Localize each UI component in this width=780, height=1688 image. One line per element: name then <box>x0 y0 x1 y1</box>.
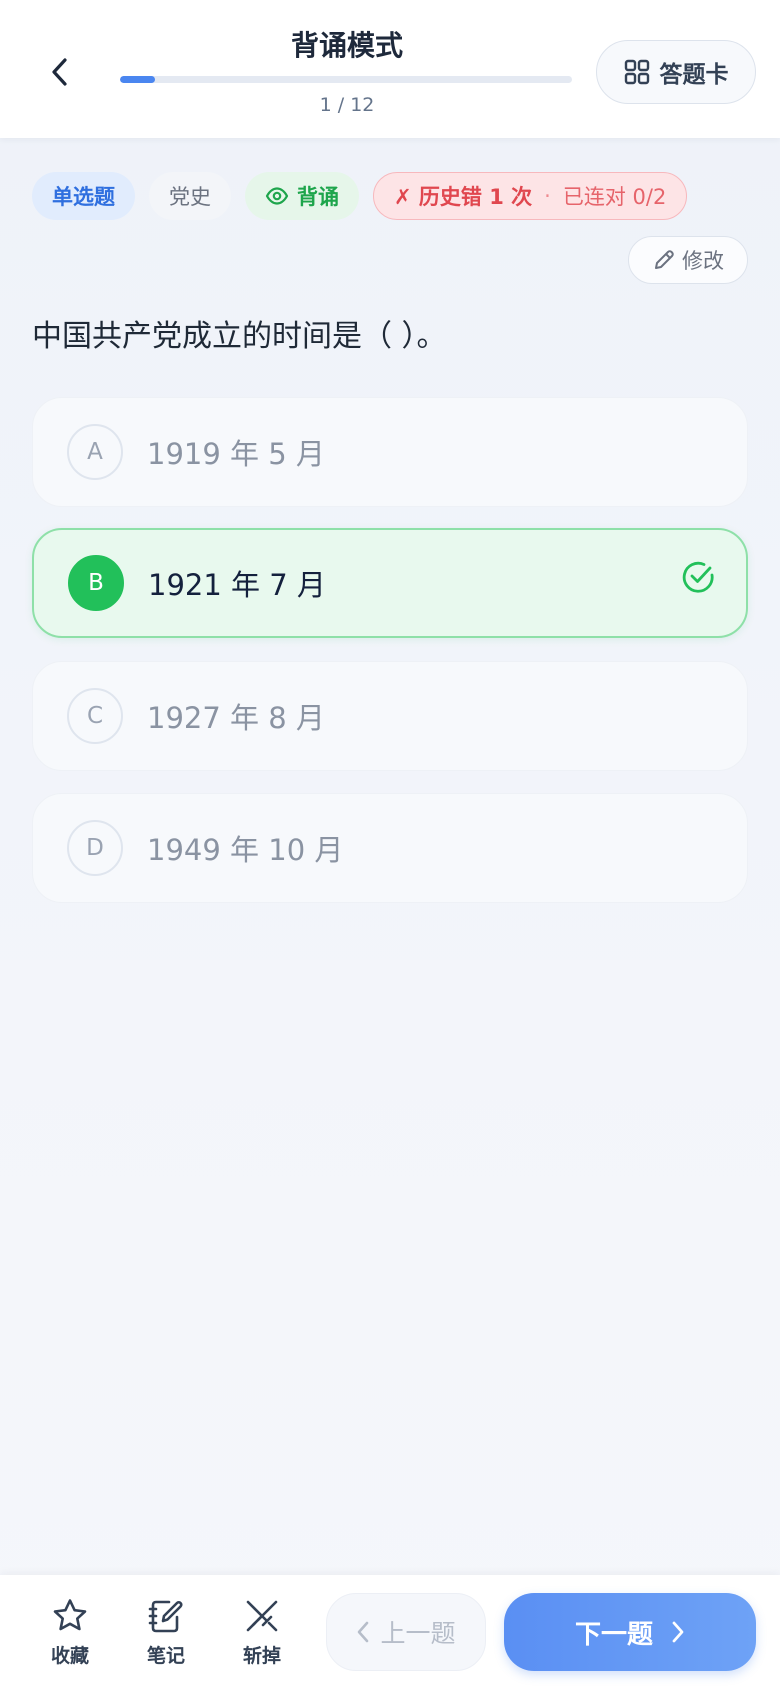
tag-question-type-label: 单选题 <box>52 185 115 209</box>
tag-error-history: ✗ 历史错 1 次 · 已连对 0/2 <box>373 172 688 220</box>
answer-card-button[interactable]: 答题卡 <box>596 40 756 104</box>
grid-icon <box>624 59 649 85</box>
header-bar: 背诵模式 1 / 12 答题卡 <box>0 0 780 138</box>
page-title: 背诵模式 <box>290 29 403 62</box>
progress-bar <box>120 76 572 83</box>
option-text: 1919 年 5 月 <box>147 437 325 471</box>
remove-label: 斩掉 <box>242 1645 281 1667</box>
option-text: 1949 年 10 月 <box>147 833 344 867</box>
favorite-label: 收藏 <box>50 1645 89 1667</box>
note-label: 笔记 <box>146 1645 185 1667</box>
option-letter: A <box>67 424 123 480</box>
option-letter: D <box>67 820 123 876</box>
progress-fill <box>120 76 155 83</box>
error-count-text: ✗ 历史错 1 次 <box>394 185 533 209</box>
tag-mode-label: 背诵 <box>297 185 339 209</box>
bottom-toolbar: 收藏 笔记 斩掉 上一题 下一题 <box>0 1575 780 1688</box>
remove-button[interactable]: 斩掉 <box>226 1597 298 1671</box>
option-letter: C <box>67 688 123 744</box>
tag-subject-label: 党史 <box>169 185 211 209</box>
option-c[interactable]: C 1927 年 8 月 <box>32 661 748 771</box>
tag-question-type: 单选题 <box>32 172 135 220</box>
option-text: 1927 年 8 月 <box>147 701 325 735</box>
pencil-icon <box>655 250 674 269</box>
chevron-left-icon <box>358 1621 369 1643</box>
crossed-swords-icon <box>246 1600 278 1632</box>
progress-text: 1 / 12 <box>319 94 375 116</box>
next-question-label: 下一题 <box>574 1619 653 1650</box>
edit-button[interactable]: 修改 <box>628 236 748 284</box>
question-text: 中国共产党成立的时间是（ ）。 <box>32 319 447 354</box>
star-icon <box>53 1599 87 1631</box>
next-question-button[interactable]: 下一题 <box>504 1593 756 1671</box>
option-letter: B <box>68 555 124 611</box>
tag-subject: 党史 <box>149 172 231 220</box>
prev-question-button[interactable]: 上一题 <box>326 1593 486 1671</box>
tag-mode: 背诵 <box>245 172 359 220</box>
option-b[interactable]: B 1921 年 7 月 <box>32 528 748 638</box>
separator-dot: · <box>544 184 551 208</box>
notebook-edit-icon <box>148 1600 183 1633</box>
question-tags: 单选题 党史 背诵 ✗ 历史错 1 次 · 已连对 0/2 <box>32 172 688 220</box>
option-text: 1921 年 7 月 <box>148 568 326 602</box>
option-a[interactable]: A 1919 年 5 月 <box>32 397 748 507</box>
eye-icon <box>265 187 289 205</box>
note-button[interactable]: 笔记 <box>130 1597 202 1671</box>
prev-question-label: 上一题 <box>380 1619 456 1648</box>
favorite-button[interactable]: 收藏 <box>34 1597 106 1671</box>
answer-card-label: 答题卡 <box>659 62 729 88</box>
streak-text: 已连对 0/2 <box>562 185 667 209</box>
option-d[interactable]: D 1949 年 10 月 <box>32 793 748 903</box>
edit-label: 修改 <box>682 249 724 273</box>
check-circle-icon <box>682 561 714 593</box>
chevron-right-icon <box>672 1621 684 1643</box>
